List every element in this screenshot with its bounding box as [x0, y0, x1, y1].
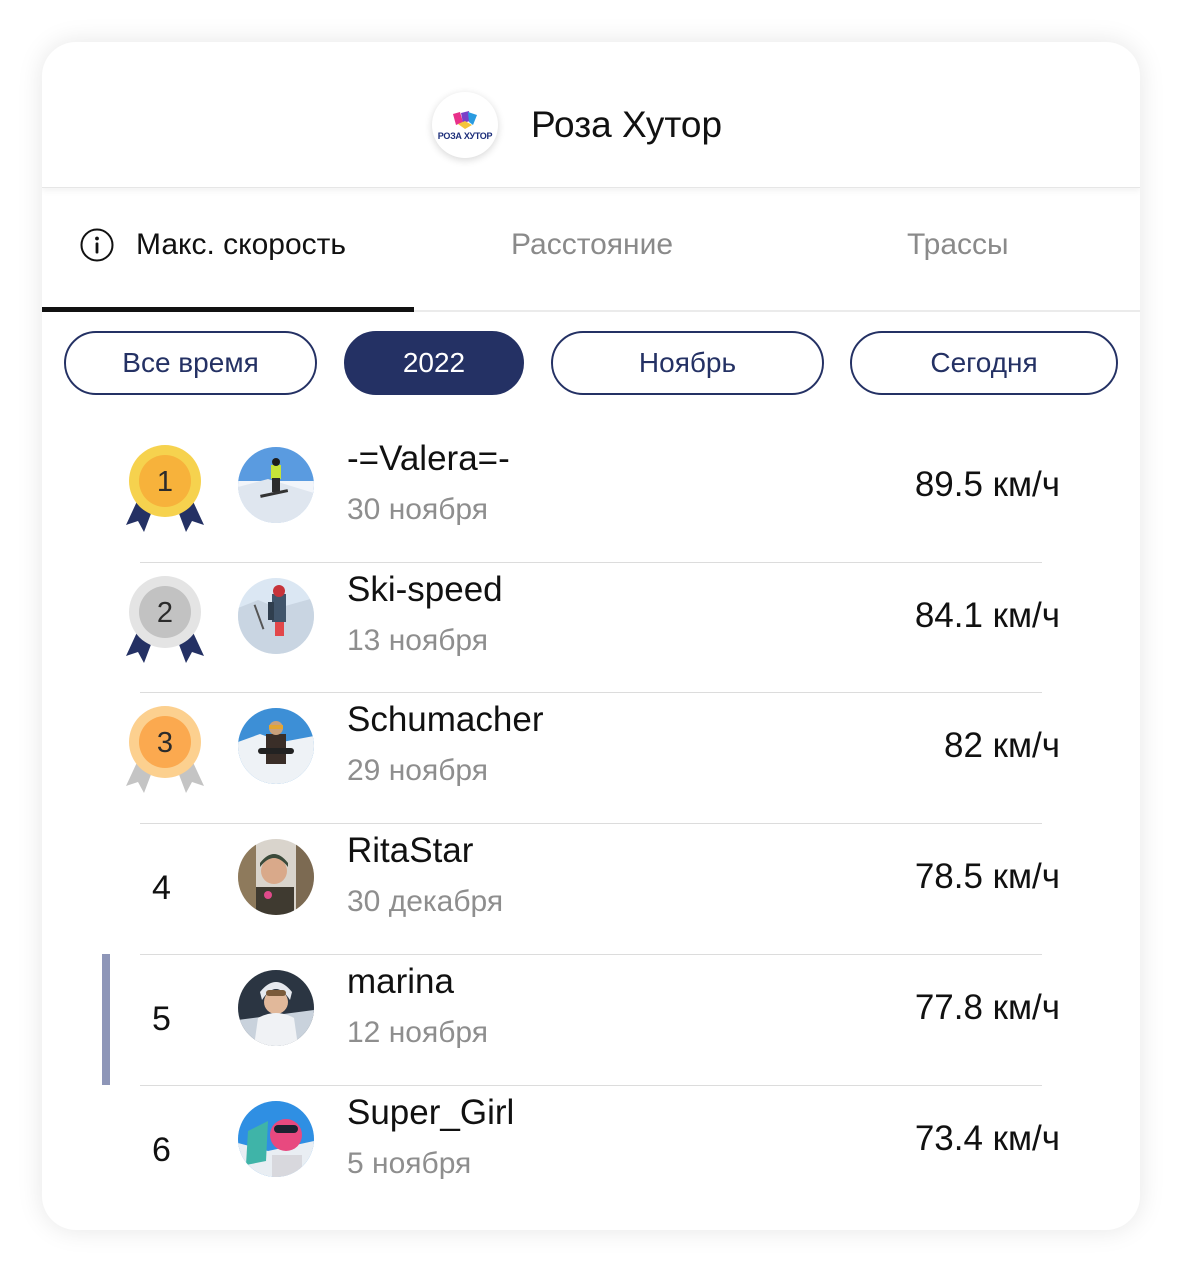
record-date: 30 декабря [347, 885, 504, 918]
bronze-medal-icon: 3 [122, 706, 208, 798]
gold-medal-icon: 1 [122, 445, 208, 537]
avatar[interactable] [238, 839, 314, 915]
filter-2022-button[interactable]: 2022 [344, 331, 524, 395]
filter-all-time-button[interactable]: Все время [64, 331, 317, 395]
rank-number: 6 [152, 1131, 171, 1169]
tab-max-speed[interactable]: Макс. скорость [80, 228, 346, 262]
leaderboard-row[interactable]: 2 Ski-speed 13 ноября 84.1 км/ч [42, 562, 1140, 693]
resort-name: Роза Хутор [531, 104, 723, 145]
record-date: 30 ноября [347, 493, 488, 526]
avatar[interactable] [238, 708, 314, 784]
username: Ski-speed [347, 570, 503, 609]
username: -=Valera=- [347, 439, 510, 478]
tab-bar: Макс. скорость Расстояние Трассы [42, 188, 1140, 312]
avatar[interactable] [238, 578, 314, 654]
filter-today-button[interactable]: Сегодня [850, 331, 1118, 395]
rosa-logo-icon [453, 110, 477, 129]
filter-november-button[interactable]: Ноябрь [551, 331, 824, 395]
leaderboard-row[interactable]: 4 RitaStar 30 декабря 78.5 км/ч [42, 823, 1140, 954]
max-speed-value: 89.5 км/ч [914, 465, 1060, 504]
tab-distance[interactable]: Расстояние [511, 228, 673, 262]
record-date: 5 ноября [347, 1147, 472, 1180]
leaderboard-row-current-user[interactable]: 5 marina 12 ноября 77.8 км/ч [42, 954, 1140, 1085]
max-speed-value: 82 км/ч [944, 726, 1060, 765]
avatar[interactable] [238, 970, 314, 1046]
record-date: 29 ноября [347, 754, 488, 787]
current-user-indicator [102, 954, 110, 1085]
medal-rank-number: 2 [157, 597, 173, 629]
leaderboard-row[interactable]: 3 Schumacher 29 ноября 82 км/ч [42, 692, 1140, 823]
resort-logo: РОЗА ХУТОР [432, 92, 498, 158]
max-speed-value: 77.8 км/ч [914, 988, 1060, 1027]
username: RitaStar [347, 831, 474, 870]
silver-medal-icon: 2 [122, 576, 208, 668]
leaderboard-card: РОЗА ХУТОР Роза Хутор Макс. скорость Рас… [42, 42, 1140, 1230]
record-date: 13 ноября [347, 624, 488, 657]
medal-rank-number: 1 [157, 466, 173, 498]
max-speed-value: 84.1 км/ч [914, 596, 1060, 635]
active-tab-indicator [42, 307, 414, 312]
username: marina [347, 962, 454, 1001]
tab-max-speed-label: Макс. скорость [136, 228, 347, 261]
leaderboard-row[interactable]: 1 -=Valera=- 30 ноября 89.5 км/ч [42, 431, 1140, 562]
max-speed-value: 78.5 км/ч [914, 857, 1060, 896]
rank-number: 4 [152, 869, 171, 907]
record-date: 12 ноября [347, 1016, 488, 1049]
leaderboard-row[interactable]: 6 Super_Girl 5 ноября 73.4 км/ч [42, 1085, 1140, 1216]
medal-rank-number: 3 [157, 727, 173, 759]
tab-tracks[interactable]: Трассы [907, 228, 1009, 262]
info-icon[interactable] [80, 228, 114, 262]
max-speed-value: 73.4 км/ч [914, 1119, 1060, 1158]
logo-text: РОЗА ХУТОР [437, 130, 493, 141]
avatar[interactable] [238, 447, 314, 523]
username: Super_Girl [347, 1093, 515, 1132]
rank-number: 5 [152, 1000, 171, 1038]
username: Schumacher [347, 700, 544, 739]
avatar[interactable] [238, 1101, 314, 1177]
resort-header: РОЗА ХУТОР Роза Хутор [42, 42, 1140, 188]
